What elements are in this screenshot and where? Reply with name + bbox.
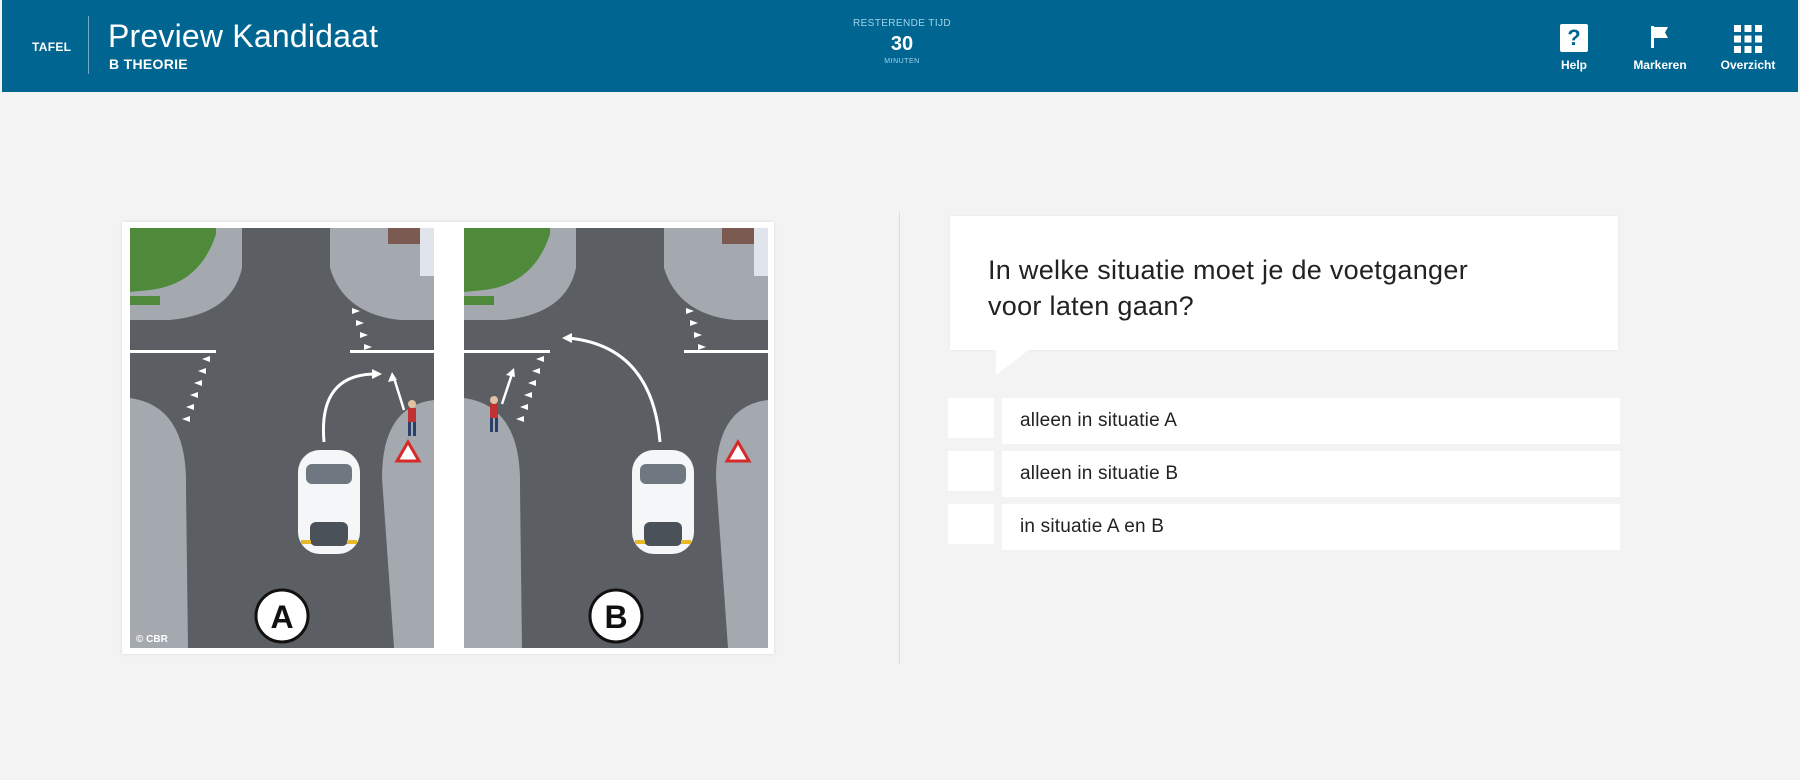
grid-icon (1734, 25, 1762, 53)
help-button-label: Help (1560, 58, 1587, 72)
answer-select-box[interactable] (948, 451, 994, 491)
situation-b-image: B (464, 228, 768, 648)
question-line-2: voor laten gaan? (988, 291, 1194, 321)
question-line-1: In welke situatie moet je de voetganger (988, 255, 1468, 285)
answer-option-b[interactable]: alleen in situatie B (948, 451, 1620, 497)
page-title: Preview Kandidaat (108, 18, 379, 54)
car (298, 450, 360, 554)
answer-text[interactable]: alleen in situatie B (1002, 451, 1620, 497)
help-button[interactable]: ? Help (1532, 24, 1616, 72)
mark-button[interactable]: Markeren (1618, 24, 1702, 72)
timer-unit: MINUTEN (884, 58, 920, 65)
answer-text[interactable]: alleen in situatie A (1002, 398, 1620, 444)
header-divider (88, 16, 89, 74)
question-bubble-tail (996, 349, 1030, 375)
timer-value: 30 (890, 33, 914, 55)
content-divider (899, 212, 900, 664)
help-icon: ? (1560, 24, 1588, 52)
answer-select-box[interactable] (948, 398, 994, 438)
question-text: In welke situatie moet je de voetganger … (988, 252, 1468, 324)
remaining-time: RESTERENDE TIJD 30 MINUTEN (842, 18, 962, 65)
page-subtitle: B THEORIE (109, 56, 188, 72)
car (632, 450, 694, 554)
flag-icon (1651, 26, 1668, 48)
situation-a-label: A (270, 599, 293, 635)
answer-select-box[interactable] (948, 504, 994, 544)
situation-a-image: A © CBR (130, 228, 434, 648)
answer-option-a[interactable]: alleen in situatie A (948, 398, 1620, 444)
overview-button[interactable]: Overzicht (1706, 24, 1790, 72)
situation-b-label: B (604, 599, 627, 635)
situation-illustration: A © CBR B (122, 222, 774, 654)
answer-text[interactable]: in situatie A en B (1002, 504, 1620, 550)
mark-button-label: Markeren (1633, 58, 1687, 72)
overview-button-label: Overzicht (1720, 58, 1776, 72)
answer-option-c[interactable]: in situatie A en B (948, 504, 1620, 550)
section-label: TAFEL (32, 40, 72, 54)
top-bar: TAFEL Preview Kandidaat B THEORIE RESTER… (2, 0, 1798, 92)
question-box: In welke situatie moet je de voetganger … (950, 216, 1618, 350)
copyright-label: © CBR (136, 634, 169, 645)
timer-label: RESTERENDE TIJD (852, 18, 952, 29)
